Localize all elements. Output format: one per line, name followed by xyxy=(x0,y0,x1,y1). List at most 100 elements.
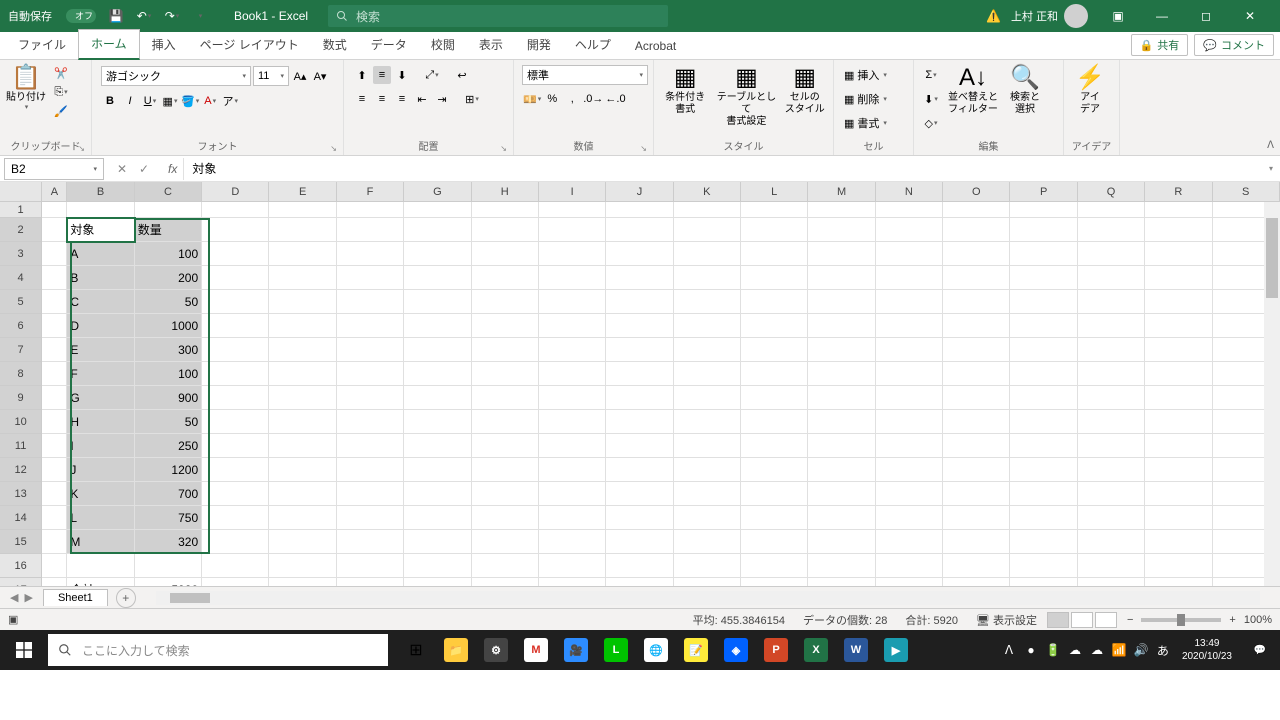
cell[interactable] xyxy=(472,482,539,506)
cell[interactable] xyxy=(606,554,673,578)
cell[interactable] xyxy=(943,218,1010,242)
delete-cells-button[interactable]: ▦ 削除 ▾ xyxy=(842,90,889,108)
row-header[interactable]: 8 xyxy=(0,362,42,386)
cell[interactable] xyxy=(269,242,336,266)
cell[interactable] xyxy=(337,530,404,554)
cell[interactable] xyxy=(1010,482,1077,506)
tray-volume-icon[interactable]: 🔊 xyxy=(1130,643,1152,657)
cell[interactable] xyxy=(1145,242,1212,266)
cell[interactable] xyxy=(741,506,808,530)
cell[interactable] xyxy=(808,578,875,586)
tab-開発[interactable]: 開発 xyxy=(515,31,563,59)
cell[interactable] xyxy=(1078,362,1145,386)
col-header[interactable]: K xyxy=(674,182,741,202)
row-header[interactable]: 16 xyxy=(0,554,42,578)
format-as-table-button[interactable]: ▦テーブルとして 書式設定 xyxy=(714,62,778,130)
cell[interactable]: 320 xyxy=(135,530,202,554)
cell[interactable] xyxy=(337,314,404,338)
gmail-icon[interactable]: M xyxy=(516,630,556,670)
cell[interactable] xyxy=(202,482,269,506)
cell[interactable] xyxy=(337,242,404,266)
cell[interactable] xyxy=(472,530,539,554)
cell[interactable] xyxy=(472,266,539,290)
cell[interactable] xyxy=(876,338,943,362)
zoom-level[interactable]: 100% xyxy=(1244,614,1272,626)
cell[interactable] xyxy=(1078,410,1145,434)
cell[interactable] xyxy=(943,410,1010,434)
cell[interactable] xyxy=(404,338,471,362)
paste-button[interactable]: 📋貼り付け▾ xyxy=(4,62,48,114)
cell[interactable] xyxy=(539,434,606,458)
orientation-icon[interactable]: ⤢▾ xyxy=(423,66,441,84)
cell[interactable] xyxy=(1078,506,1145,530)
cell[interactable] xyxy=(1145,290,1212,314)
cell[interactable] xyxy=(943,506,1010,530)
cell[interactable] xyxy=(337,434,404,458)
cell[interactable] xyxy=(808,386,875,410)
cell[interactable] xyxy=(674,482,741,506)
border-icon[interactable]: ▦▾ xyxy=(161,92,179,110)
cell[interactable] xyxy=(741,578,808,586)
cell[interactable] xyxy=(42,434,67,458)
line-icon[interactable]: L xyxy=(596,630,636,670)
cell[interactable] xyxy=(876,530,943,554)
cell[interactable] xyxy=(539,482,606,506)
find-select-button[interactable]: 🔍検索と 選択 xyxy=(1002,62,1048,118)
cell[interactable] xyxy=(808,218,875,242)
cell[interactable] xyxy=(876,458,943,482)
align-center-icon[interactable]: ≡ xyxy=(373,90,391,108)
cell[interactable] xyxy=(741,410,808,434)
cell[interactable] xyxy=(1010,266,1077,290)
cut-icon[interactable]: ✂️ xyxy=(52,64,70,82)
cell[interactable]: 250 xyxy=(135,434,202,458)
cell[interactable] xyxy=(943,266,1010,290)
cell[interactable] xyxy=(539,218,606,242)
cell[interactable]: A xyxy=(67,242,134,266)
sheet-nav-next-icon[interactable]: ▶ xyxy=(24,591,32,604)
cell[interactable] xyxy=(539,506,606,530)
underline-icon[interactable]: U▾ xyxy=(141,92,159,110)
cell[interactable] xyxy=(269,554,336,578)
cell[interactable] xyxy=(606,242,673,266)
cell[interactable] xyxy=(876,242,943,266)
cell[interactable]: J xyxy=(67,458,134,482)
ribbon-display-icon[interactable]: ▣ xyxy=(1096,0,1140,32)
cell[interactable] xyxy=(404,482,471,506)
page-break-view-icon[interactable] xyxy=(1095,612,1117,628)
cell[interactable] xyxy=(404,218,471,242)
cell[interactable] xyxy=(202,530,269,554)
cell[interactable] xyxy=(876,506,943,530)
cell[interactable] xyxy=(943,290,1010,314)
notes-icon[interactable]: 📝 xyxy=(676,630,716,670)
cell[interactable] xyxy=(1145,314,1212,338)
cell[interactable] xyxy=(539,458,606,482)
cell[interactable]: I xyxy=(67,434,134,458)
taskbar-search[interactable]: ここに入力して検索 xyxy=(48,634,388,666)
cell[interactable] xyxy=(943,458,1010,482)
tab-Acrobat[interactable]: Acrobat xyxy=(623,34,688,59)
cell[interactable] xyxy=(808,506,875,530)
app-icon-2[interactable]: ▶ xyxy=(876,630,916,670)
cell[interactable] xyxy=(1145,410,1212,434)
tab-ヘルプ[interactable]: ヘルプ xyxy=(563,31,623,59)
cell[interactable] xyxy=(337,338,404,362)
cell[interactable] xyxy=(337,362,404,386)
cell[interactable] xyxy=(1145,386,1212,410)
cell[interactable]: D xyxy=(67,314,134,338)
cell[interactable] xyxy=(741,434,808,458)
col-header[interactable]: G xyxy=(404,182,471,202)
save-icon[interactable]: 💾 xyxy=(104,4,128,28)
cell[interactable] xyxy=(943,554,1010,578)
cell[interactable]: B xyxy=(67,266,134,290)
cell[interactable] xyxy=(741,530,808,554)
cell[interactable] xyxy=(1078,266,1145,290)
cell[interactable] xyxy=(337,218,404,242)
autosave-toggle[interactable]: オフ xyxy=(66,9,96,23)
vertical-scrollbar[interactable] xyxy=(1264,202,1280,586)
cell[interactable] xyxy=(202,266,269,290)
cell[interactable] xyxy=(135,202,202,218)
cell[interactable]: G xyxy=(67,386,134,410)
cell[interactable] xyxy=(202,578,269,586)
cell[interactable] xyxy=(876,218,943,242)
cell[interactable] xyxy=(404,578,471,586)
